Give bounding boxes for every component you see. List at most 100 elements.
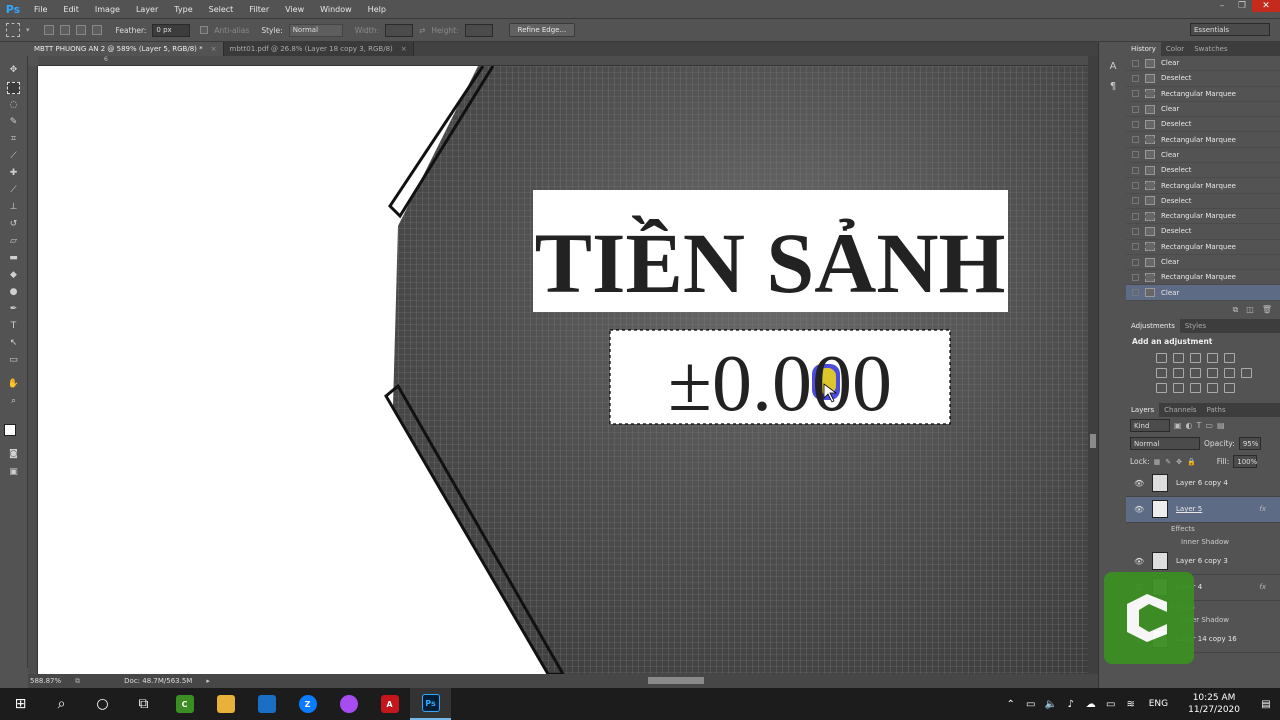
tab-mbtt-phuong-an-2[interactable]: MBTT PHUONG AN 2 @ 589% (Layer 5, RGB/8)… <box>28 42 224 56</box>
menu-window[interactable]: Window <box>312 5 360 14</box>
task-view-icon[interactable]: ⧉ <box>123 688 164 720</box>
new-selection-icon[interactable] <box>43 25 54 35</box>
history-row[interactable]: Deselect <box>1126 71 1280 87</box>
snapshot-icon[interactable]: ◫ <box>1246 305 1254 314</box>
tab-mbtt01-pdf[interactable]: mbtt01.pdf @ 26.8% (Layer 18 copy 3, RGB… <box>223 42 414 56</box>
history-row[interactable]: Deselect <box>1126 194 1280 209</box>
layer-row[interactable]: 👁 Layer 6 copy 3 <box>1126 549 1280 575</box>
history-row[interactable]: Deselect <box>1126 117 1280 133</box>
hue-saturation-icon[interactable] <box>1156 367 1167 378</box>
invert-icon[interactable] <box>1156 382 1167 393</box>
quick-selection-tool-icon[interactable]: ✎ <box>7 116 20 128</box>
anti-alias-checkbox[interactable] <box>200 26 209 34</box>
history-row[interactable]: Clear <box>1126 148 1280 164</box>
blur-tool-icon[interactable]: ◆ <box>7 269 20 281</box>
opacity-input[interactable]: 95% <box>1238 437 1261 451</box>
display-icon[interactable]: ▭ <box>1101 699 1121 710</box>
vibrance-icon[interactable] <box>1224 352 1235 363</box>
history-row[interactable]: Rectangular Marquee <box>1126 87 1280 102</box>
curves-icon[interactable] <box>1190 352 1201 363</box>
status-icon[interactable]: ⧉ <box>75 677 80 686</box>
quick-mask-icon[interactable]: ◙ <box>7 448 20 460</box>
menu-layer[interactable]: Layer <box>128 5 166 14</box>
notifications-icon[interactable]: ▤ <box>1252 699 1280 710</box>
zoom-level[interactable]: 588.87% <box>30 677 61 685</box>
color-balance-icon[interactable] <box>1173 367 1184 378</box>
tab-channels[interactable]: Channels <box>1159 403 1201 417</box>
hand-tool-icon[interactable]: ✋ <box>7 378 20 390</box>
tab-styles[interactable]: Styles <box>1180 319 1211 333</box>
eraser-tool-icon[interactable]: ▱ <box>7 235 20 247</box>
zalo-icon[interactable]: Z <box>287 688 328 720</box>
close-tab-icon[interactable]: × <box>211 45 217 53</box>
inner-shadow-row[interactable]: Inner Shadow <box>1126 536 1280 549</box>
tab-swatches[interactable]: Swatches <box>1189 42 1232 56</box>
paragraph-panel-icon[interactable]: ¶ <box>1107 80 1119 92</box>
rectangular-marquee-tool-icon[interactable] <box>7 82 20 94</box>
exposure-icon[interactable] <box>1207 352 1218 363</box>
tab-color[interactable]: Color <box>1161 42 1189 56</box>
file-explorer-icon[interactable] <box>205 688 246 720</box>
eye-icon[interactable]: 👁 <box>1134 557 1144 566</box>
close-button[interactable]: ✕ <box>1252 0 1280 12</box>
eye-icon[interactable]: 👁 <box>1134 479 1144 488</box>
effects-row[interactable]: Effects <box>1126 523 1280 536</box>
menu-filter[interactable]: Filter <box>241 5 277 14</box>
new-document-from-state-icon[interactable]: ⧉ <box>1233 305 1239 315</box>
network-icon[interactable]: ▭ <box>1021 699 1041 710</box>
black-white-icon[interactable] <box>1190 367 1201 378</box>
menu-image[interactable]: Image <box>87 5 128 14</box>
healing-brush-tool-icon[interactable]: ✚ <box>7 167 20 179</box>
menu-edit[interactable]: Edit <box>55 5 87 14</box>
path-selection-tool-icon[interactable]: ↖ <box>7 337 20 349</box>
history-row[interactable]: Rectangular Marquee <box>1126 209 1280 225</box>
levels-icon[interactable] <box>1173 352 1184 363</box>
menu-select[interactable]: Select <box>201 5 242 14</box>
brightness-icon[interactable] <box>1156 352 1167 363</box>
history-row[interactable]: Rectangular Marquee <box>1126 270 1280 286</box>
eye-icon[interactable]: 👁 <box>1134 505 1144 514</box>
move-tool-icon[interactable]: ✥ <box>7 64 20 76</box>
trash-icon[interactable]: 🗑 <box>1262 305 1272 314</box>
scroll-thumb[interactable] <box>1090 434 1096 448</box>
tab-history[interactable]: History <box>1126 42 1161 56</box>
history-row-selected[interactable]: Clear <box>1126 285 1280 301</box>
width-input[interactable] <box>385 23 414 37</box>
style-select[interactable]: Normal <box>288 23 343 37</box>
refine-edge-button[interactable]: Refine Edge... <box>508 23 576 37</box>
fx-icon[interactable]: fx <box>1259 505 1266 513</box>
history-row[interactable]: Deselect <box>1126 224 1280 240</box>
history-brush-tool-icon[interactable]: ↺ <box>7 218 20 230</box>
blend-mode-select[interactable]: Normal <box>1130 437 1200 451</box>
foreground-color-swatch[interactable] <box>4 424 16 436</box>
history-row[interactable]: Clear <box>1126 255 1280 271</box>
screen-mode-icon[interactable]: ▣ <box>7 466 20 478</box>
blank-icon[interactable] <box>1241 383 1252 393</box>
crop-tool-icon[interactable]: ⌗ <box>7 133 20 145</box>
subtract-selection-icon[interactable] <box>75 25 86 35</box>
layer-row[interactable]: 👁 Layer 6 copy 4 <box>1126 471 1280 497</box>
add-selection-icon[interactable] <box>59 25 70 35</box>
workspace-select[interactable]: Essentials <box>1190 23 1270 36</box>
channel-mixer-icon[interactable] <box>1224 367 1235 378</box>
history-row[interactable]: Rectangular Marquee <box>1126 240 1280 255</box>
restore-button[interactable]: ❐ <box>1232 0 1252 12</box>
selective-color-icon[interactable] <box>1224 382 1235 393</box>
pen-tool-icon[interactable]: ✒ <box>7 303 20 315</box>
chevron-down-icon[interactable]: ▾ <box>26 26 30 34</box>
filter-type-icons[interactable]: ▣◐T▭▤ <box>1174 421 1229 430</box>
menu-help[interactable]: Help <box>360 5 394 14</box>
color-lookup-icon[interactable] <box>1241 367 1252 378</box>
lasso-tool-icon[interactable]: ◌ <box>7 99 20 111</box>
chevron-up-icon[interactable]: ⌃ <box>1001 699 1021 710</box>
volume-icon[interactable]: ♪ <box>1061 699 1081 710</box>
vertical-scrollbar[interactable] <box>1088 56 1098 674</box>
tab-adjustments[interactable]: Adjustments <box>1126 318 1180 333</box>
fill-input[interactable]: 100% <box>1233 455 1257 469</box>
kind-filter-select[interactable]: Kind <box>1130 419 1170 433</box>
brush-tool-icon[interactable]: ⟋ <box>7 184 20 196</box>
posterize-icon[interactable] <box>1173 382 1184 393</box>
rectangle-tool-icon[interactable]: ▭ <box>7 354 20 366</box>
clock[interactable]: 10:25 AM 11/27/2020 <box>1176 692 1252 716</box>
minimize-button[interactable]: – <box>1212 0 1232 12</box>
